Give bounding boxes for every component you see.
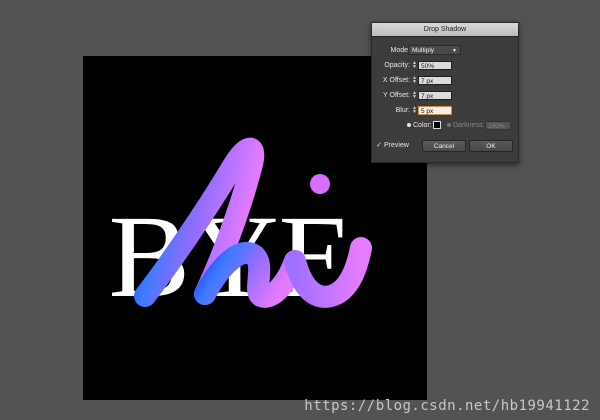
x-offset-label: X Offset:	[382, 77, 410, 84]
darkness-radio[interactable]	[447, 123, 451, 127]
chevron-down-icon: ▼	[452, 48, 457, 54]
color-radio[interactable]	[407, 123, 411, 127]
opacity-field[interactable]: 50%	[418, 61, 452, 70]
opacity-row: Opacity: ▲ ▼ 50%	[372, 60, 520, 71]
mode-value: Multiply	[412, 47, 435, 54]
opacity-label: Opacity:	[384, 62, 410, 69]
blur-row: Blur: ▲ ▼ 5 px	[372, 105, 520, 116]
blur-stepper-icon[interactable]: ▲ ▼	[412, 106, 417, 115]
mode-label: Mode:	[390, 47, 410, 54]
x-offset-field[interactable]: 7 px	[418, 76, 452, 85]
blur-field[interactable]: 5 px	[418, 106, 452, 115]
cancel-button[interactable]: Cancel	[422, 140, 466, 152]
dialog-title: Drop Shadow	[372, 23, 518, 37]
script-i-dot	[310, 174, 330, 194]
x-offset-row: X Offset: ▲ ▼ 7 px	[372, 75, 520, 86]
preview-label: Preview	[384, 142, 409, 149]
y-offset-label: Y Offset:	[383, 92, 410, 99]
y-offset-row: Y Offset: ▲ ▼ 7 px	[372, 90, 520, 101]
mode-row: Mode: Multiply ▼	[372, 45, 520, 56]
preview-checkbox[interactable]: ✓ Preview	[376, 140, 426, 151]
y-offset-stepper-icon[interactable]: ▲ ▼	[412, 91, 417, 100]
ok-button[interactable]: OK	[469, 140, 513, 152]
opacity-stepper-icon[interactable]: ▲ ▼	[412, 61, 417, 70]
y-offset-field[interactable]: 7 px	[418, 91, 452, 100]
drop-shadow-dialog: Drop Shadow Mode: Multiply ▼ Opacity: ▲ ▼…	[371, 22, 519, 163]
color-swatch[interactable]	[433, 121, 441, 129]
color-row: Color: Darkness: 100%	[372, 120, 520, 131]
x-offset-stepper-icon[interactable]: ▲ ▼	[412, 76, 417, 85]
color-label: Color:	[413, 122, 432, 129]
darkness-field[interactable]: 100%	[485, 121, 511, 130]
checkmark-icon: ✓	[376, 142, 382, 149]
blur-label: Blur:	[395, 107, 410, 114]
darkness-label: Darkness:	[453, 122, 485, 129]
mode-select[interactable]: Multiply ▼	[408, 45, 461, 55]
watermark: https://blog.csdn.net/hb19941122	[304, 398, 590, 414]
